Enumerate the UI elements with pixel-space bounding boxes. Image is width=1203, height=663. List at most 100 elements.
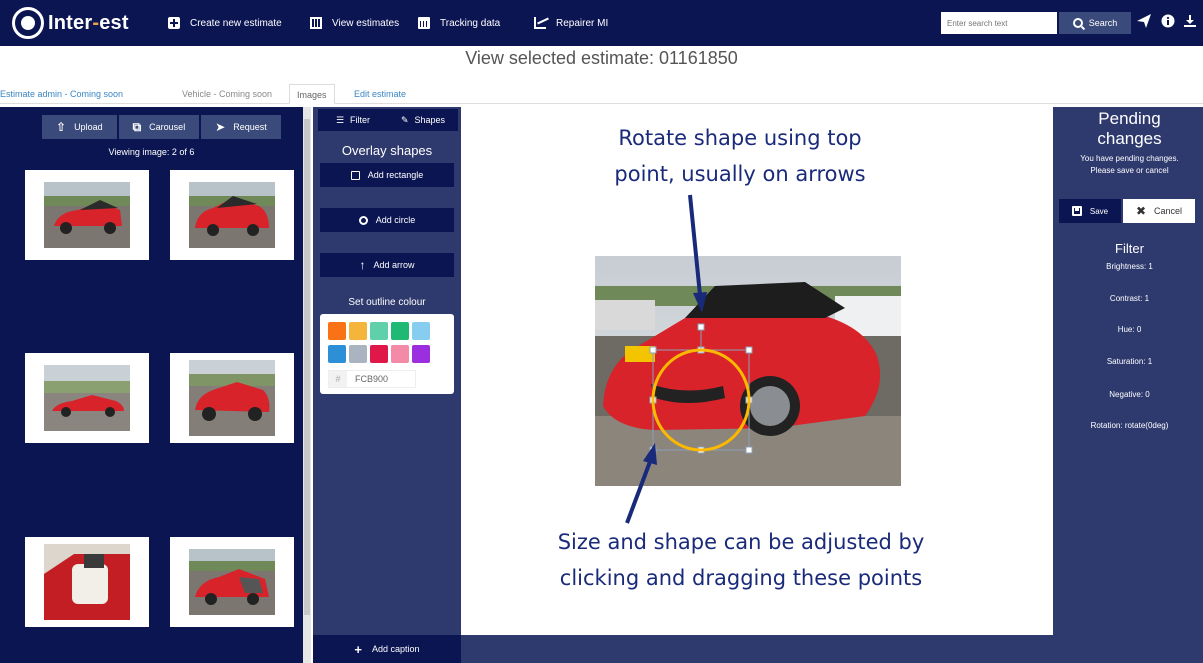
tab-vehicle[interactable]: Vehicle - Coming soon	[182, 84, 272, 104]
nav-repairer-mi[interactable]: Repairer MI	[534, 14, 608, 32]
saturation-value: Saturation: 1	[1106, 357, 1153, 366]
image-thumbnail-4[interactable]	[170, 353, 294, 443]
nav-repairer-label: Repairer MI	[556, 17, 609, 29]
add-caption-button[interactable]: + Add caption	[313, 635, 461, 663]
search-button[interactable]: Search	[1059, 12, 1131, 34]
tab-shapes[interactable]: ✎ Shapes	[388, 109, 458, 131]
plus-square-icon	[168, 17, 180, 29]
tab-estimate-admin[interactable]: Estimate admin - Coming soon	[0, 84, 123, 104]
search-button-label: Search	[1088, 18, 1118, 28]
top-navbar: Inter-est Create new estimate View estim…	[0, 0, 1203, 46]
car-interior-thumbnail	[44, 544, 130, 620]
brightness-value: Brightness: 1	[1106, 262, 1153, 271]
brand-logo[interactable]: Inter-est	[12, 7, 129, 39]
plus-icon: +	[354, 641, 363, 657]
upload-button[interactable]: ⇧ Upload	[42, 115, 117, 139]
viewing-image-counter: Viewing image: 2 of 6	[108, 147, 195, 157]
close-icon: ✖	[1135, 204, 1147, 218]
add-rectangle-button[interactable]: Add rectangle	[320, 163, 454, 187]
image-thumbnail-2[interactable]	[170, 170, 294, 260]
image-thumbnail-1[interactable]	[25, 170, 149, 260]
colour-picker: # FCB900	[320, 314, 454, 394]
swatch-row-2	[328, 345, 430, 363]
circle-icon	[358, 215, 368, 225]
cancel-label: Cancel	[1154, 206, 1183, 216]
nav-tracking-label: Tracking data	[440, 17, 501, 29]
table-icon	[310, 17, 322, 29]
info-icon[interactable]	[1161, 13, 1175, 33]
colour-swatch[interactable]	[328, 345, 346, 363]
rotation-value: Rotation: rotate(0deg)	[1090, 421, 1169, 430]
hex-colour-input[interactable]: # FCB900	[328, 370, 416, 388]
send-icon: ➤	[215, 120, 226, 134]
colour-swatch[interactable]	[328, 322, 346, 340]
rotate-annotation-line2: point, usually on arrows	[614, 162, 866, 186]
image-gallery-panel: ⇧ Upload ⧉ Carousel ➤ Request Viewing im…	[0, 107, 303, 663]
colour-swatch[interactable]	[391, 345, 409, 363]
colour-swatch[interactable]	[412, 322, 430, 340]
nav-tracking-data[interactable]: Tracking data	[418, 14, 500, 32]
image-thumbnail-6[interactable]	[170, 537, 294, 627]
carousel-button[interactable]: ⧉ Carousel	[118, 115, 200, 139]
car-photo-thumbnail	[44, 365, 130, 431]
add-circle-button[interactable]: Add circle	[320, 208, 454, 232]
add-circle-label: Add circle	[375, 215, 416, 225]
add-caption-label: Add caption	[372, 644, 420, 654]
colour-swatch[interactable]	[370, 322, 388, 340]
nav-view-estimates[interactable]: View estimates	[310, 14, 399, 32]
brand-name: Inter-est	[48, 11, 129, 34]
save-label: Save	[1089, 206, 1109, 216]
tab-edit-estimate[interactable]: Edit estimate	[354, 84, 406, 104]
line-chart-icon	[534, 17, 546, 29]
upload-label: Upload	[74, 122, 103, 132]
rotate-annotation: Rotate shape using top point, usually on…	[580, 120, 900, 192]
image-thumbnail-5[interactable]	[25, 537, 149, 627]
colour-swatch[interactable]	[349, 345, 367, 363]
nav-create-label: Create new estimate	[190, 17, 282, 29]
calendar-icon	[418, 17, 430, 29]
page-title: View selected estimate: 01161850	[465, 48, 738, 68]
arrow-up-icon: ↑	[359, 258, 366, 272]
nav-create-estimate[interactable]: Create new estimate	[168, 14, 282, 32]
request-label: Request	[233, 122, 267, 132]
save-icon	[1071, 206, 1082, 216]
tab-images[interactable]: Images	[289, 84, 335, 104]
resize-annotation-line2: clicking and dragging these points	[559, 566, 923, 590]
hash-label: #	[329, 371, 347, 387]
external-link-icon: ⧉	[132, 119, 142, 134]
car-damage-thumbnail	[189, 549, 275, 615]
colour-swatch[interactable]	[349, 322, 367, 340]
nav-view-label: View estimates	[332, 17, 400, 29]
panel-tabs: ☰ Filter ✎ Shapes	[318, 109, 458, 131]
pending-title-line1: Pending	[1098, 109, 1161, 128]
search-input[interactable]	[941, 12, 1057, 34]
pending-message-line2: Please save or cancel	[1090, 166, 1169, 175]
add-rectangle-label: Add rectangle	[367, 170, 424, 180]
gallery-toolbar: ⇧ Upload ⧉ Carousel ➤ Request	[42, 115, 281, 139]
tab-filter-label: Filter	[350, 115, 371, 125]
colour-swatch[interactable]	[391, 322, 409, 340]
tab-bar: Estimate admin - Coming soon Vehicle - C…	[0, 84, 1203, 104]
download-icon[interactable]	[1183, 13, 1197, 33]
overlay-shapes-title: Overlay shapes	[341, 143, 433, 158]
resize-annotation: Size and shape can be adjusted by clicki…	[526, 524, 956, 596]
image-thumbnail-3[interactable]	[25, 353, 149, 443]
swatch-row-1	[328, 322, 430, 340]
request-button[interactable]: ➤ Request	[201, 115, 281, 139]
add-arrow-button[interactable]: ↑ Add arrow	[320, 253, 454, 277]
contrast-value: Contrast: 1	[1109, 294, 1150, 303]
sliders-icon: ☰	[335, 114, 345, 125]
colour-swatch[interactable]	[412, 345, 430, 363]
pending-changes-panel: Pending changes You have pending changes…	[1056, 107, 1203, 663]
cancel-button[interactable]: ✖ Cancel	[1123, 199, 1195, 223]
filter-title: Filter	[1115, 241, 1144, 256]
search-icon	[1072, 18, 1083, 28]
pending-title-line2: changes	[1097, 129, 1162, 148]
car-photo-thumbnail	[189, 182, 275, 248]
gallery-scrollbar-thumb[interactable]	[304, 119, 310, 615]
save-button[interactable]: Save	[1059, 199, 1121, 223]
send-icon[interactable]	[1136, 13, 1152, 34]
colour-swatch[interactable]	[370, 345, 388, 363]
tab-filter[interactable]: ☰ Filter	[318, 109, 388, 131]
add-arrow-label: Add arrow	[373, 260, 415, 270]
